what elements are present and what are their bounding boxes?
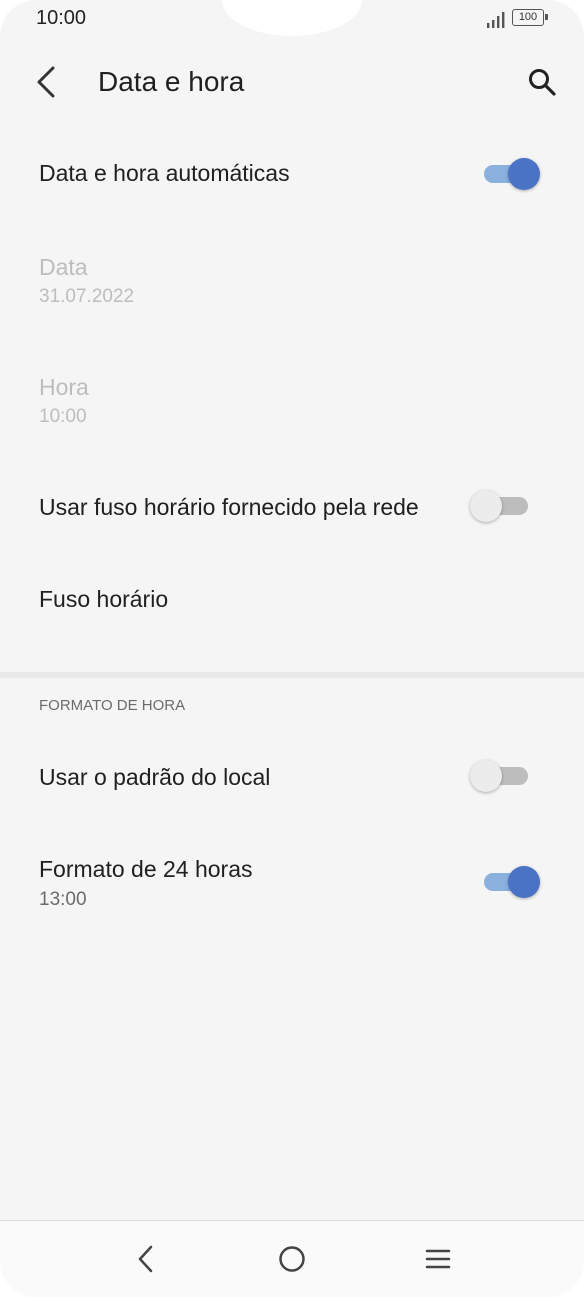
time-label: Hora bbox=[39, 374, 89, 400]
section-divider bbox=[0, 672, 584, 678]
back-button[interactable] bbox=[28, 64, 64, 100]
network-timezone-switch[interactable] bbox=[470, 489, 530, 523]
search-button[interactable] bbox=[524, 64, 560, 100]
nav-home-icon bbox=[279, 1246, 305, 1272]
format-24h-switch[interactable] bbox=[482, 865, 542, 899]
switch-thumb bbox=[508, 158, 540, 190]
nav-back-button[interactable] bbox=[126, 1241, 166, 1277]
navigation-bar bbox=[0, 1220, 584, 1297]
nav-home-button[interactable] bbox=[272, 1241, 312, 1277]
search-icon bbox=[529, 69, 556, 96]
status-bar: 10:00 100 bbox=[0, 0, 584, 40]
timezone-row[interactable]: Fuso horário bbox=[0, 566, 584, 630]
auto-datetime-switch[interactable] bbox=[482, 157, 542, 191]
settings-screen: 10:00 100 Data e hora Data e hora automá… bbox=[0, 0, 584, 1297]
locale-default-label: Usar o padrão do local bbox=[39, 764, 271, 790]
back-arrow-icon bbox=[37, 66, 55, 98]
switch-thumb bbox=[470, 490, 502, 522]
time-row[interactable]: Hora 10:00 bbox=[0, 360, 584, 450]
format-24h-label: Formato de 24 horas bbox=[39, 856, 253, 882]
auto-datetime-label: Data e hora automáticas bbox=[39, 160, 290, 186]
nav-back-icon bbox=[138, 1245, 153, 1273]
date-value: 31.07.2022 bbox=[39, 286, 135, 307]
date-label: Data bbox=[39, 254, 88, 280]
page-title: Data e hora bbox=[98, 66, 245, 97]
locale-default-row[interactable]: Usar o padrão do local bbox=[0, 742, 584, 812]
battery-level: 100 bbox=[518, 11, 538, 23]
status-time: 10:00 bbox=[36, 7, 87, 29]
time-format-header: FORMATO DE HORA bbox=[39, 697, 186, 714]
switch-thumb bbox=[508, 866, 540, 898]
network-timezone-label: Usar fuso horário fornecido pela rede bbox=[39, 494, 419, 520]
timezone-label: Fuso horário bbox=[39, 586, 169, 612]
time-value: 10:00 bbox=[39, 406, 87, 427]
switch-thumb bbox=[470, 760, 502, 792]
format-24h-example: 13:00 bbox=[39, 889, 87, 910]
locale-default-switch[interactable] bbox=[470, 759, 530, 793]
battery-icon: 100 bbox=[512, 9, 548, 26]
date-row[interactable]: Data 31.07.2022 bbox=[0, 240, 584, 330]
nav-menu-button[interactable] bbox=[418, 1241, 458, 1277]
auto-datetime-row[interactable]: Data e hora automáticas bbox=[0, 140, 584, 210]
signal-icon bbox=[487, 12, 505, 28]
format-24h-row[interactable]: Formato de 24 horas 13:00 bbox=[0, 840, 584, 930]
network-timezone-row[interactable]: Usar fuso horário fornecido pela rede bbox=[0, 472, 584, 542]
nav-menu-icon bbox=[425, 1249, 451, 1269]
app-bar: Data e hora bbox=[0, 50, 584, 114]
